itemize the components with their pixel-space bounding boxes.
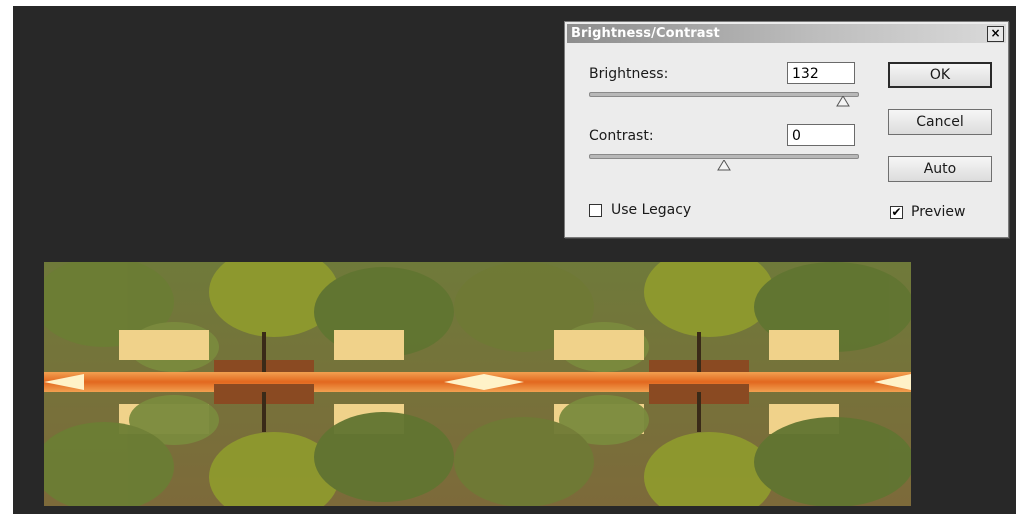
close-icon[interactable]: × xyxy=(987,26,1004,42)
contrast-input[interactable]: 0 xyxy=(787,124,855,146)
brightness-input[interactable]: 132 xyxy=(787,62,855,84)
auto-button[interactable]: Auto xyxy=(888,156,992,182)
ok-button[interactable]: OK xyxy=(888,62,992,88)
use-legacy-checkbox[interactable] xyxy=(589,204,602,217)
cancel-button[interactable]: Cancel xyxy=(888,109,992,135)
preview-checkbox[interactable]: ✔ xyxy=(890,206,903,219)
brightness-contrast-dialog: Brightness/Contrast × Brightness: 132 Co… xyxy=(564,21,1009,238)
mirrored-landscape-image xyxy=(44,262,911,506)
brightness-slider-track[interactable] xyxy=(589,92,859,97)
dialog-titlebar[interactable]: Brightness/Contrast × xyxy=(567,24,1006,43)
contrast-slider-track[interactable] xyxy=(589,154,859,159)
contrast-slider-thumb[interactable] xyxy=(717,160,731,171)
use-legacy-label: Use Legacy xyxy=(611,202,692,218)
contrast-label: Contrast: xyxy=(589,128,654,144)
brightness-slider-thumb[interactable] xyxy=(835,96,850,107)
preview-label: Preview xyxy=(911,204,966,220)
brightness-label: Brightness: xyxy=(589,66,669,82)
dialog-title: Brightness/Contrast xyxy=(571,26,720,41)
